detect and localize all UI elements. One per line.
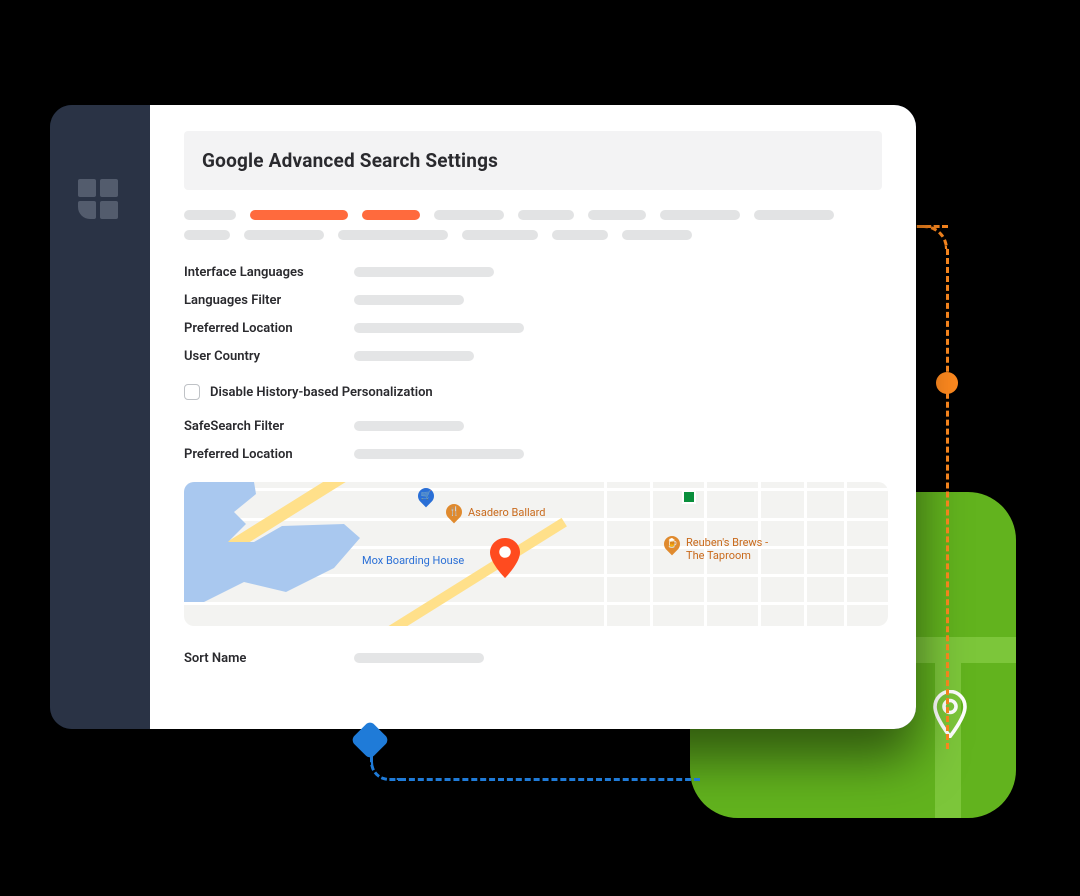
checkbox-icon[interactable] (184, 384, 200, 400)
field-label: Preferred Location (184, 447, 354, 462)
pill[interactable] (622, 230, 692, 240)
field-value-placeholder[interactable] (354, 653, 484, 663)
field-value-placeholder[interactable] (354, 351, 474, 361)
disable-personalization-row[interactable]: Disable History-based Personalization (184, 384, 882, 400)
field-value-placeholder[interactable] (354, 295, 464, 305)
map-pin-icon (932, 690, 968, 738)
shop-pin-icon: 🛒 (415, 485, 438, 508)
app-window: Google Advanced Search Settings (50, 105, 916, 729)
field-preferred-location: Preferred Location (184, 314, 882, 342)
poi-reubens[interactable]: 🍺 Reuben's Brews - The Taproom (664, 536, 768, 562)
page-title-band: Google Advanced Search Settings (184, 131, 882, 190)
location-map[interactable]: 🛒 🍴 Asadero Ballard Mox Boarding House 🍺… (184, 482, 888, 626)
restaurant-pin-icon: 🍴 (443, 501, 466, 524)
field-user-country: User Country (184, 342, 882, 370)
poi-label: Reuben's Brews - (686, 536, 768, 549)
field-label: Languages Filter (184, 293, 354, 308)
poi-shop[interactable]: 🛒 (418, 488, 434, 504)
checkbox-label: Disable History-based Personalization (210, 385, 433, 400)
connector-blue (370, 748, 710, 808)
bar-pin-icon: 🍺 (661, 533, 684, 556)
field-sort-name: Sort Name (184, 644, 882, 672)
pill[interactable] (552, 230, 608, 240)
field-languages-filter: Languages Filter (184, 286, 882, 314)
poi-mox[interactable]: Mox Boarding House (362, 554, 464, 567)
app-logo-icon (78, 179, 122, 223)
page-title: Google Advanced Search Settings (202, 149, 864, 172)
map-canvas: 🛒 🍴 Asadero Ballard Mox Boarding House 🍺… (184, 482, 888, 626)
pill-active[interactable] (362, 210, 420, 220)
settings-fields: Interface Languages Languages Filter Pre… (184, 258, 882, 468)
sidebar (50, 105, 150, 729)
field-label: Sort Name (184, 651, 354, 666)
pill[interactable] (434, 210, 504, 220)
poi-label: The Taproom (686, 549, 768, 562)
field-interface-languages: Interface Languages (184, 258, 882, 286)
field-preferred-location-2: Preferred Location (184, 440, 882, 468)
poi-label: Asadero Ballard (468, 506, 546, 519)
pill[interactable] (244, 230, 324, 240)
field-label: SafeSearch Filter (184, 419, 354, 434)
poi-asadero[interactable]: 🍴 Asadero Ballard (446, 504, 546, 520)
poi-label: Mox Boarding House (362, 554, 464, 567)
field-label: Preferred Location (184, 321, 354, 336)
field-value-placeholder[interactable] (354, 267, 494, 277)
pill[interactable] (754, 210, 834, 220)
pill[interactable] (184, 230, 230, 240)
connector-dot-icon (936, 372, 958, 394)
pill[interactable] (462, 230, 538, 240)
selected-location-pin-icon[interactable] (490, 538, 520, 578)
field-value-placeholder[interactable] (354, 421, 464, 431)
pill[interactable] (660, 210, 740, 220)
filter-pills (184, 210, 882, 240)
pill-active[interactable] (250, 210, 348, 220)
content: Google Advanced Search Settings (150, 105, 916, 729)
field-value-placeholder[interactable] (354, 449, 524, 459)
stage: Google Advanced Search Settings (0, 0, 1080, 896)
field-label: Interface Languages (184, 265, 354, 280)
field-label: User Country (184, 349, 354, 364)
pill[interactable] (184, 210, 236, 220)
field-value-placeholder[interactable] (354, 323, 524, 333)
pill[interactable] (518, 210, 574, 220)
pill[interactable] (338, 230, 448, 240)
field-safesearch-filter: SafeSearch Filter (184, 412, 882, 440)
map-park-icon (682, 490, 696, 504)
pill[interactable] (588, 210, 646, 220)
